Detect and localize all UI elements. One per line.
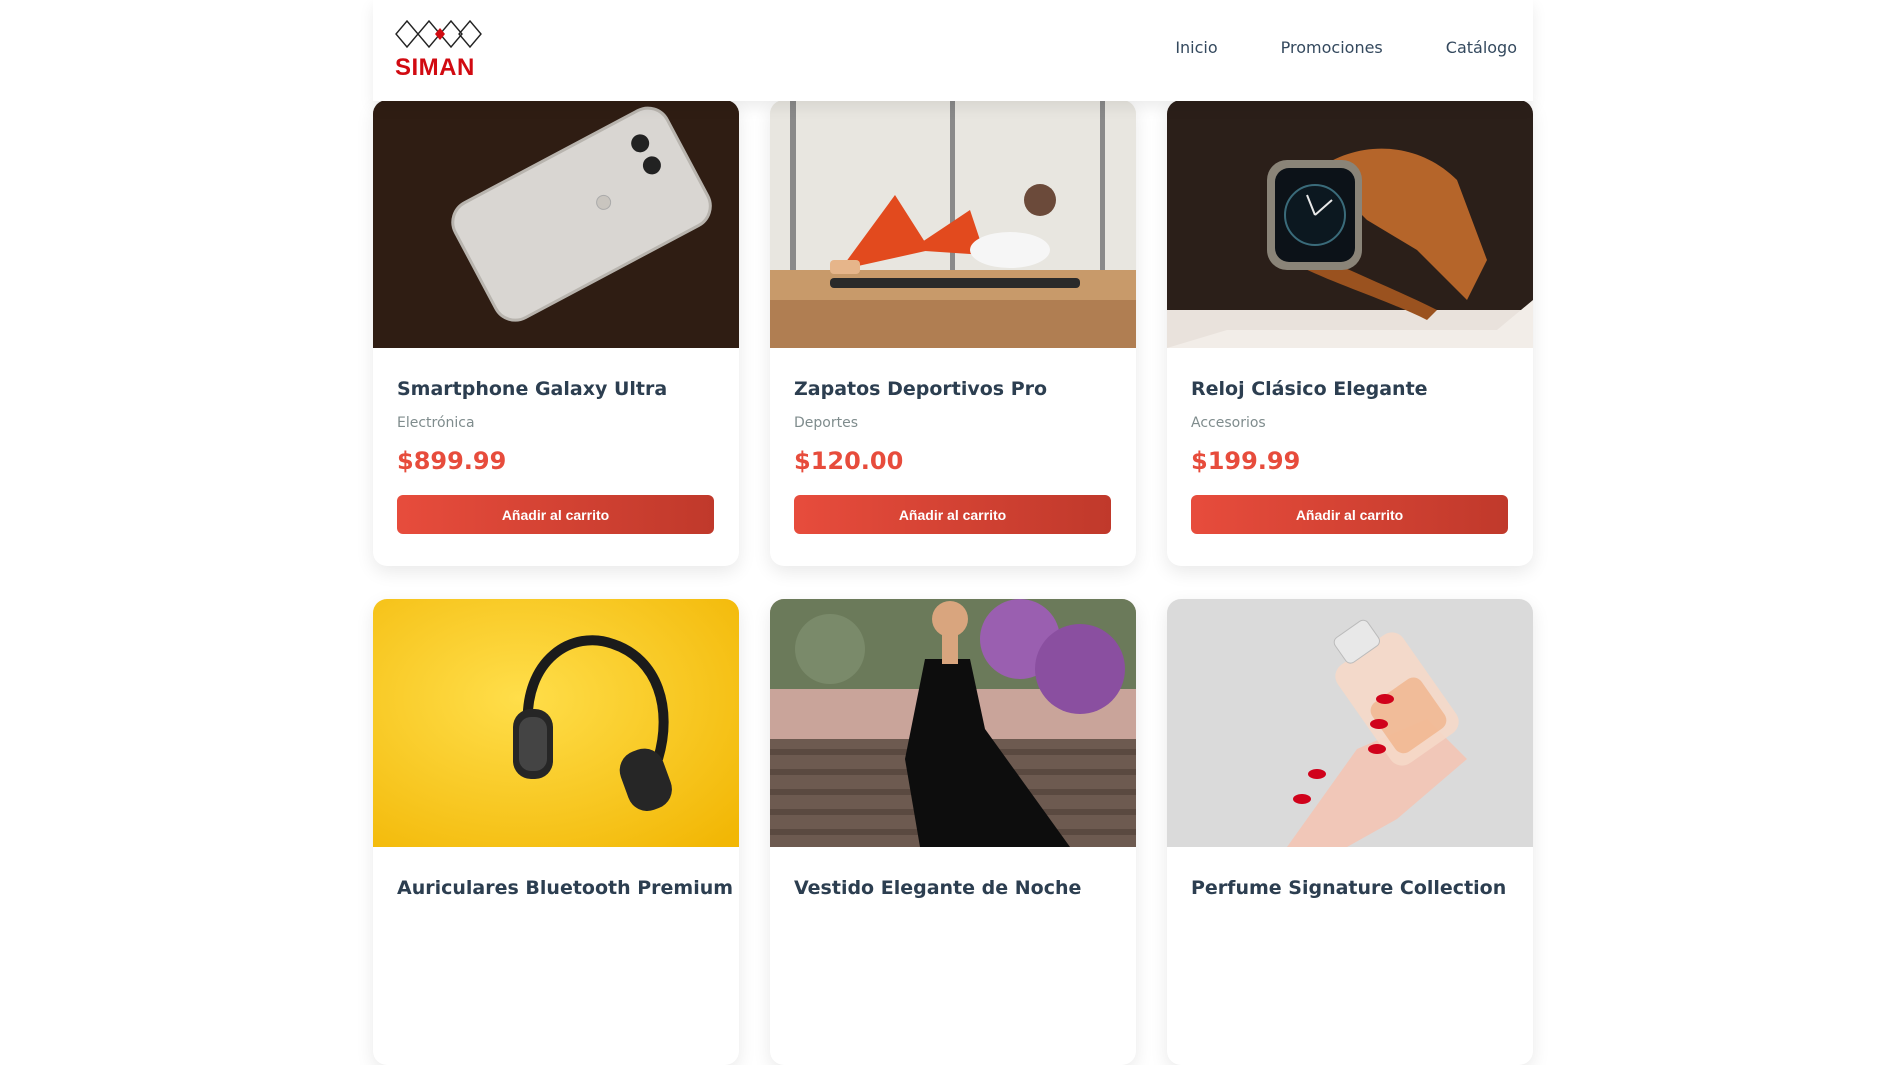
product-title: Zapatos Deportivos Pro xyxy=(794,378,1048,400)
product-card: Auriculares Bluetooth Premium xyxy=(373,599,739,1065)
product-title: Perfume Signature Collection xyxy=(1191,877,1507,899)
perfume-image xyxy=(1167,599,1533,847)
logo-diamonds-icon xyxy=(395,19,482,49)
product-card: Reloj Clásico Elegante Accesorios $199.9… xyxy=(1167,100,1533,566)
product-grid: Smartphone Galaxy Ultra Electrónica $899… xyxy=(373,100,1533,1065)
logo-text: SIMAN xyxy=(395,54,475,81)
product-card: Smartphone Galaxy Ultra Electrónica $899… xyxy=(373,100,739,566)
add-to-cart-button[interactable]: Añadir al carrito xyxy=(794,495,1111,534)
product-title: Vestido Elegante de Noche xyxy=(794,877,1082,899)
product-price: $199.99 xyxy=(1191,447,1301,475)
product-image[interactable] xyxy=(1167,100,1533,348)
site-header: SIMAN Inicio Promociones Catálogo xyxy=(373,0,1533,101)
product-price: $899.99 xyxy=(397,447,507,475)
product-image[interactable] xyxy=(770,599,1136,847)
smartphone-image xyxy=(373,100,739,348)
product-price: $120.00 xyxy=(794,447,904,475)
product-title: Reloj Clásico Elegante xyxy=(1191,378,1428,400)
product-image[interactable] xyxy=(770,100,1136,348)
nav-link-inicio[interactable]: Inicio xyxy=(1175,38,1217,57)
product-category: Accesorios xyxy=(1191,415,1266,431)
siman-logo[interactable]: SIMAN xyxy=(393,18,483,81)
add-to-cart-button[interactable]: Añadir al carrito xyxy=(397,495,714,534)
product-card: Perfume Signature Collection xyxy=(1167,599,1533,1065)
product-image[interactable] xyxy=(373,100,739,348)
product-image[interactable] xyxy=(373,599,739,847)
product-category: Electrónica xyxy=(397,415,475,431)
headphones-image xyxy=(373,599,739,847)
product-card: Vestido Elegante de Noche xyxy=(770,599,1136,1065)
product-title: Auriculares Bluetooth Premium xyxy=(397,877,734,899)
nav-link-catalogo[interactable]: Catálogo xyxy=(1446,38,1517,57)
product-image[interactable] xyxy=(1167,599,1533,847)
exercise-image xyxy=(770,100,1136,348)
main-nav: Inicio Promociones Catálogo xyxy=(1175,38,1517,57)
product-title: Smartphone Galaxy Ultra xyxy=(397,378,668,400)
watch-image xyxy=(1167,100,1533,348)
product-category: Deportes xyxy=(794,415,858,431)
product-card: Zapatos Deportivos Pro Deportes $120.00 … xyxy=(770,100,1136,566)
dress-image xyxy=(770,599,1136,847)
add-to-cart-button[interactable]: Añadir al carrito xyxy=(1191,495,1508,534)
nav-link-promociones[interactable]: Promociones xyxy=(1281,38,1383,57)
